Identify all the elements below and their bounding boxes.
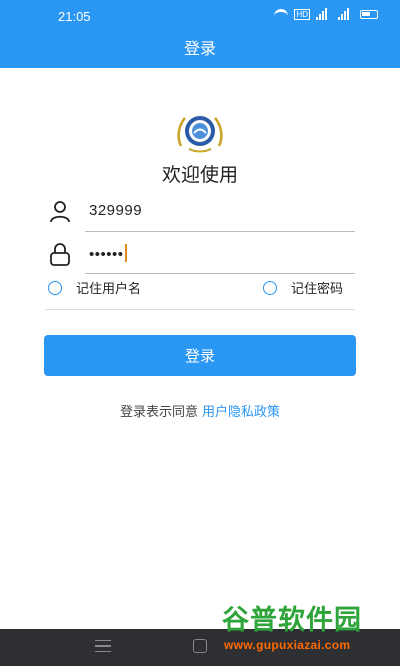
watermark-url: www.gupuxiazai.com: [224, 638, 351, 652]
app-bar: 登录: [0, 30, 400, 68]
privacy-policy-link[interactable]: 用户隐私政策: [202, 405, 280, 420]
password-underline: [85, 273, 355, 274]
wifi-icon: [274, 9, 289, 19]
radio-circle-icon: [263, 280, 277, 295]
radio-circle-icon: [48, 280, 62, 295]
page-title: 登录: [183, 39, 216, 58]
home-icon[interactable]: [193, 639, 207, 653]
watermark: 谷普软件园 www.gupuxiazai.com: [222, 604, 400, 654]
password-dots: ••••••: [89, 246, 124, 263]
divider: [45, 309, 355, 310]
app-logo-icon: [177, 116, 223, 153]
signal-icon-2: [338, 8, 354, 20]
hd-badge: HD: [294, 8, 310, 20]
remember-username-checkbox[interactable]: 记住用户名: [48, 278, 141, 297]
username-underline: [85, 231, 355, 232]
agreement-row: 登录表示同意 用户隐私政策: [0, 401, 400, 420]
welcome-text: 欢迎使用: [161, 164, 238, 186]
status-bar: 21:05 HD: [0, 0, 400, 30]
username-input[interactable]: 329999: [89, 202, 142, 219]
battery-icon: [360, 9, 378, 19]
login-button[interactable]: 登录: [44, 335, 356, 376]
lock-icon: [50, 243, 70, 266]
remember-options: 记住用户名 记住密码: [45, 278, 355, 302]
status-icons: HD: [274, 8, 378, 20]
menu-icon[interactable]: [95, 640, 111, 652]
signal-icon: [316, 8, 332, 20]
text-caret: [124, 244, 127, 262]
status-time: 21:05: [58, 9, 91, 24]
remember-username-label: 记住用户名: [76, 282, 142, 297]
remember-password-checkbox[interactable]: 记住密码: [263, 278, 343, 297]
password-field[interactable]: ••••••: [45, 238, 355, 274]
user-icon: [50, 201, 70, 223]
agreement-text: 登录表示同意: [119, 405, 198, 420]
remember-password-label: 记住密码: [291, 282, 344, 297]
password-input[interactable]: ••••••: [89, 244, 127, 263]
watermark-title: 谷普软件园: [222, 605, 362, 636]
username-field[interactable]: 329999: [45, 196, 355, 232]
